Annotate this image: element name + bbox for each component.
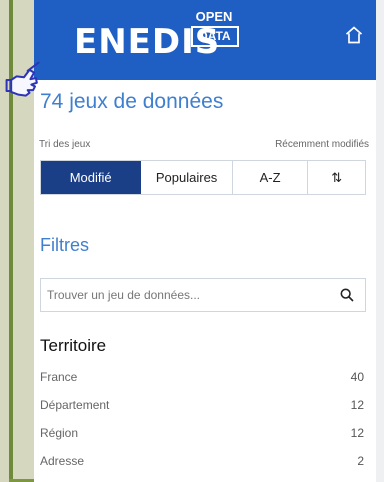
territory-count: 40 xyxy=(350,370,364,384)
tab-populaires[interactable]: Populaires xyxy=(141,161,233,194)
territory-count: 12 xyxy=(350,426,364,440)
territory-label: France xyxy=(40,370,78,384)
mobile-panel: ENEDIS OPEN DATA 74 jeux de données Tri … xyxy=(34,0,376,482)
open-label: OPEN xyxy=(195,9,233,24)
sort-label: Tri des jeux xyxy=(39,139,91,150)
home-icon[interactable] xyxy=(344,25,364,45)
tab-a-z[interactable]: A-Z xyxy=(232,161,309,194)
data-label: DATA xyxy=(191,26,239,47)
header-bar: ENEDIS OPEN DATA xyxy=(34,0,376,80)
filters-title: Filtres xyxy=(40,235,89,255)
territory-count: 12 xyxy=(350,398,364,412)
territory-item-france[interactable]: France 40 xyxy=(40,370,366,398)
territory-label: Adresse xyxy=(40,454,85,468)
search-placeholder[interactable]: Trouver un jeu de données... xyxy=(47,288,331,302)
territory-list: France 40 Département 12 Région 12 Adres… xyxy=(40,370,366,482)
territory-item-region[interactable]: Région 12 xyxy=(40,426,366,454)
search-icon[interactable] xyxy=(339,287,355,303)
search-field[interactable]: Trouver un jeu de données... xyxy=(40,278,366,312)
sort-hint: Récemment modifiés xyxy=(275,139,369,150)
tab-sort-direction[interactable]: ⇅ xyxy=(308,161,365,194)
territory-count: 2 xyxy=(357,454,364,468)
territory-item-adresse[interactable]: Adresse 2 xyxy=(40,454,366,482)
page-title: 74 jeux de données xyxy=(40,90,224,113)
territory-label: Département xyxy=(40,398,110,412)
pointer-hand-icon xyxy=(5,61,40,97)
screenshot-frame: ENEDIS OPEN DATA 74 jeux de données Tri … xyxy=(0,0,384,482)
open-data-badge: OPEN DATA xyxy=(191,9,239,47)
tab-modifie[interactable]: Modifié xyxy=(41,161,142,194)
territory-title: Territoire xyxy=(40,336,107,355)
right-edge-strip xyxy=(376,0,384,482)
sort-tabs: Modifié Populaires A-Z ⇅ xyxy=(40,160,366,195)
territory-item-departement[interactable]: Département 12 xyxy=(40,398,366,426)
territory-label: Région xyxy=(40,426,79,440)
